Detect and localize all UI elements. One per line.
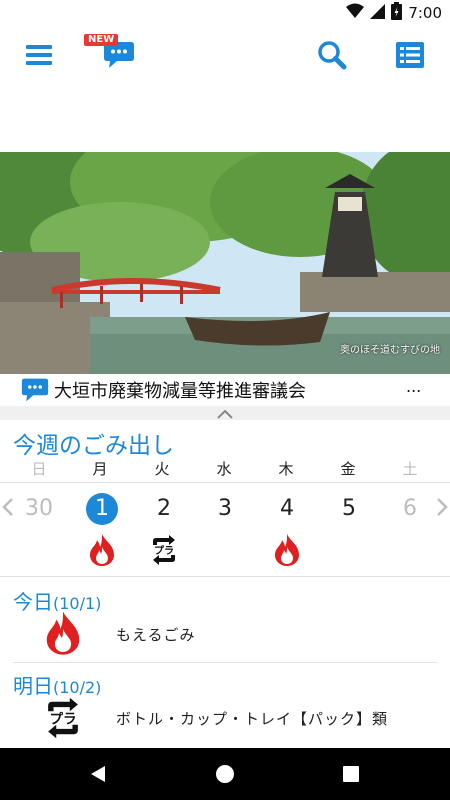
new-badge: NEW: [84, 34, 119, 46]
day-cell-sat[interactable]: 6: [390, 491, 430, 527]
recents-square-icon: [343, 766, 359, 782]
collapse-toggle[interactable]: [0, 406, 450, 420]
plastic-recycle-icon: プラ: [147, 533, 179, 567]
status-icons: 7:00: [346, 2, 442, 24]
recents-button[interactable]: [335, 758, 367, 790]
weekday-header: 日 月 火 水 木 金 土: [0, 458, 450, 482]
svg-text:プラ: プラ: [49, 711, 76, 727]
weekday-sun: 日: [31, 460, 47, 478]
list-icon: [396, 42, 424, 72]
prev-week-button[interactable]: [0, 495, 16, 519]
burnable-fire-icon: [86, 533, 118, 567]
wifi-icon: [346, 3, 365, 23]
section-divider: [13, 662, 437, 663]
day-cell-sun[interactable]: 30: [19, 491, 59, 527]
next-week-button[interactable]: [434, 495, 450, 519]
hero-banner-image[interactable]: 奥のほそ道むすびの地: [0, 152, 450, 374]
battery-icon: [391, 2, 403, 24]
news-ticker[interactable]: 大垣市廃棄物減量等推進審議会 ...: [0, 374, 450, 406]
today-garbage-type[interactable]: もえるごみ: [116, 624, 196, 645]
weekday-mon: 月: [92, 460, 108, 478]
burnable-fire-icon: [40, 610, 86, 656]
week-calendar: 30 1 2 3 4 5 6 プラ: [0, 482, 450, 577]
status-bar: 7:00: [0, 0, 450, 25]
chevron-up-icon: [217, 404, 233, 423]
svg-text:プラ: プラ: [154, 544, 174, 557]
day-cell-wed[interactable]: 3: [205, 491, 245, 527]
home-circle-icon: [216, 765, 234, 783]
cell-signal-icon: [370, 3, 386, 23]
search-button[interactable]: [308, 33, 356, 81]
chat-bubble-icon: [21, 377, 49, 407]
weekday-tue: 火: [154, 460, 170, 478]
weekday-fri: 金: [340, 460, 356, 478]
list-view-button[interactable]: [386, 33, 434, 81]
back-button[interactable]: [82, 758, 114, 790]
app-toolbar: NEW: [0, 25, 450, 89]
app-screen: 7:00 NEW 奥のほそ道むすびの地 大垣市廃棄物減量等推進審議会 ... 今…: [0, 0, 450, 800]
back-triangle-icon: [91, 766, 105, 782]
weekday-thu: 木: [278, 460, 294, 478]
chevron-left-icon: [2, 498, 13, 516]
search-icon: [317, 40, 347, 74]
menu-button[interactable]: [15, 33, 63, 81]
day-cell-thu[interactable]: 4: [267, 491, 307, 527]
hamburger-menu-icon: [26, 44, 52, 70]
weekday-wed: 水: [216, 460, 232, 478]
system-nav-bar: [0, 748, 450, 800]
week-title: 今週のごみ出し: [13, 433, 174, 459]
news-headline[interactable]: 大垣市廃棄物減量等推進審議会: [54, 377, 306, 403]
day-cell-fri[interactable]: 5: [329, 491, 369, 527]
status-time: 7:00: [408, 4, 442, 22]
tomorrow-garbage-type[interactable]: ボトル・カップ・トレイ【パック】類: [116, 708, 388, 729]
chevron-right-icon: [437, 498, 448, 516]
home-button[interactable]: [209, 758, 241, 790]
hero-caption: 奥のほそ道むすびの地: [340, 345, 440, 356]
news-more[interactable]: ...: [406, 377, 421, 396]
plastic-recycle-icon: プラ: [40, 695, 86, 741]
weekday-sat: 土: [402, 460, 418, 478]
day-cell-tue[interactable]: 2: [144, 491, 184, 527]
burnable-fire-icon: [271, 533, 303, 567]
day-cell-mon[interactable]: 1: [82, 491, 122, 527]
